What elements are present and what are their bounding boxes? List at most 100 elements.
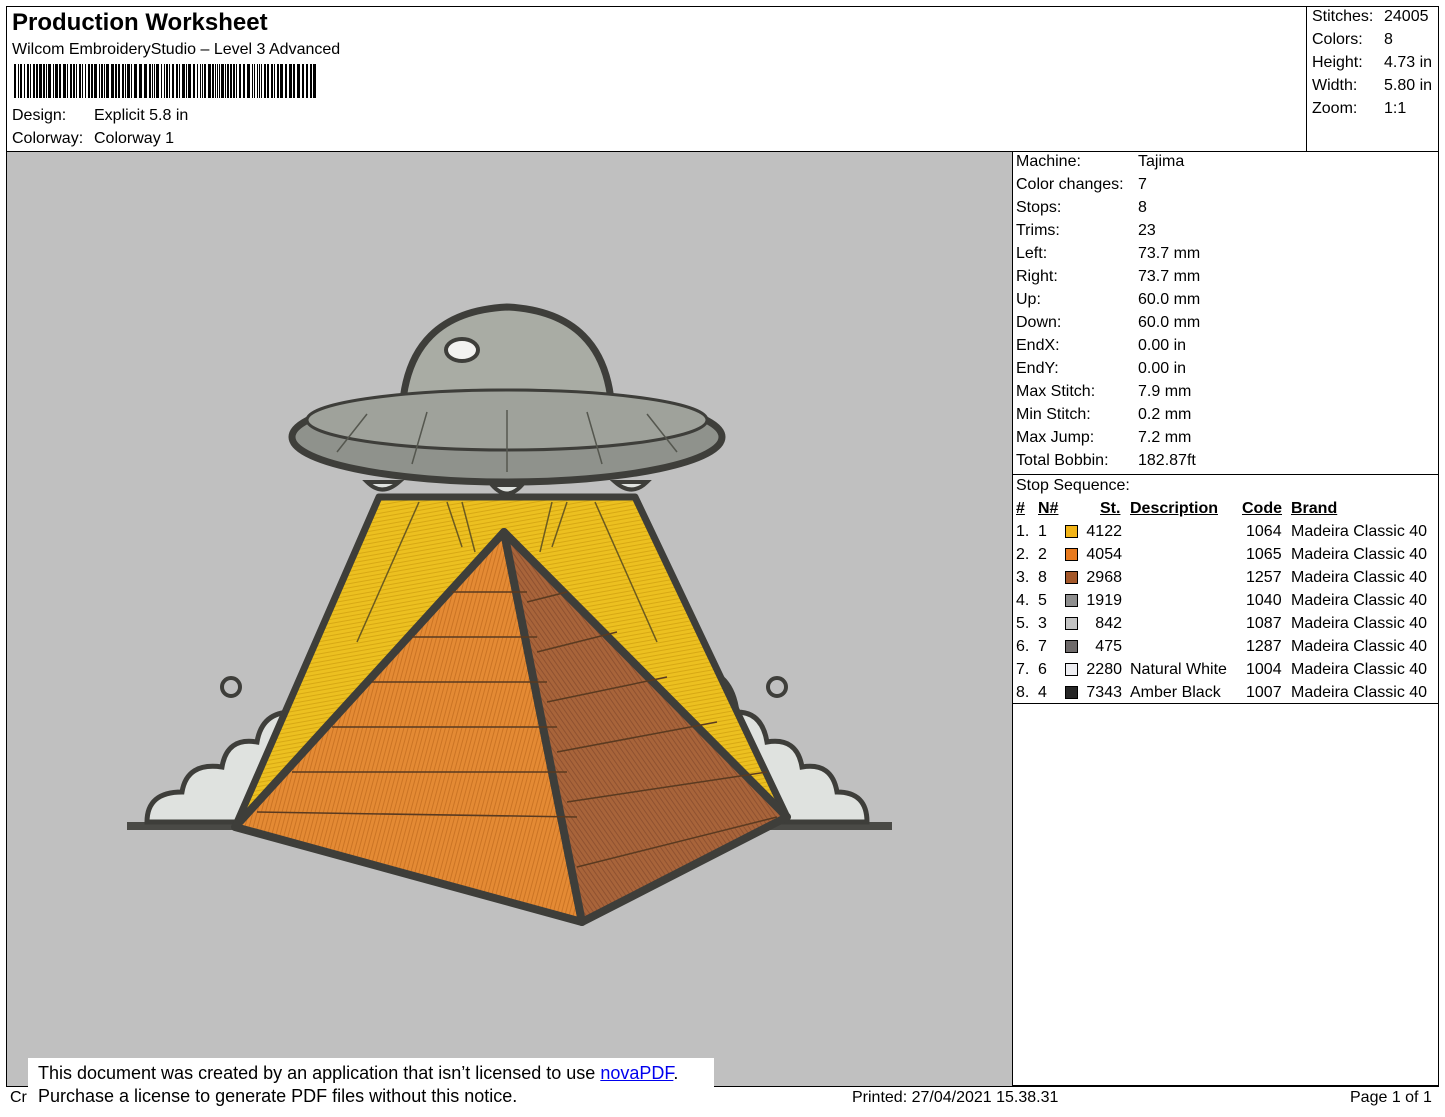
machine-value: 7: [1138, 176, 1147, 193]
summary-value: 1:1: [1384, 100, 1407, 117]
machine-label: EndY:: [1016, 360, 1059, 377]
software-name: Wilcom EmbroideryStudio – Level 3 Advanc…: [12, 41, 341, 58]
stitch-count: 2968: [1086, 569, 1122, 586]
thread-brand: Madeira Classic 40: [1291, 592, 1428, 609]
machine-value: 7.9 mm: [1138, 383, 1192, 400]
stitch-count: 475: [1095, 638, 1122, 655]
col-header-code: Code: [1242, 500, 1282, 517]
table-end-divider: [1012, 703, 1439, 704]
needle-number: 3: [1038, 615, 1047, 632]
row-number: 4.: [1016, 592, 1030, 609]
thread-code: 1007: [1246, 684, 1282, 701]
summary-label: Height:: [1312, 54, 1363, 71]
section-divider: [1012, 474, 1439, 475]
stitch-count: 2280: [1086, 661, 1122, 678]
novapdf-link[interactable]: novaPDF: [600, 1063, 673, 1083]
footer-left-text: Cr: [10, 1089, 27, 1106]
machine-value: 60.0 mm: [1138, 314, 1201, 331]
machine-label: Stops:: [1016, 199, 1062, 216]
needle-number: 7: [1038, 638, 1047, 655]
stitch-count: 4122: [1086, 523, 1122, 540]
machine-label: Color changes:: [1016, 176, 1124, 193]
color-swatch: [1065, 594, 1078, 607]
thread-code: 1287: [1246, 638, 1282, 655]
row-number: 8.: [1016, 684, 1030, 701]
row-number: 1.: [1016, 523, 1030, 540]
needle-number: 5: [1038, 592, 1047, 609]
design-preview: [6, 152, 1012, 1086]
row-number: 5.: [1016, 615, 1030, 632]
color-swatch: [1065, 640, 1078, 653]
row-number: 2.: [1016, 546, 1030, 563]
color-description: Amber Black: [1130, 684, 1221, 701]
thread-code: 1065: [1246, 546, 1282, 563]
col-header-description: Description: [1130, 500, 1219, 517]
machine-label: Max Jump:: [1016, 429, 1095, 446]
stop-sequence-title: Stop Sequence:: [1016, 477, 1130, 494]
summary-divider: [1306, 6, 1307, 152]
machine-label: Max Stitch:: [1016, 383, 1096, 400]
col-header-stitches: St.: [1100, 500, 1121, 517]
machine-label: Down:: [1016, 314, 1062, 331]
machine-value: 73.7 mm: [1138, 245, 1201, 262]
color-swatch: [1065, 525, 1078, 538]
summary-label: Zoom:: [1312, 100, 1358, 117]
barcode: [14, 64, 316, 98]
summary-value: 8: [1384, 31, 1393, 48]
needle-number: 2: [1038, 546, 1047, 563]
summary-label: Width:: [1312, 77, 1358, 94]
machine-value: 0.00 in: [1138, 337, 1187, 354]
col-header-brand: Brand: [1291, 500, 1338, 517]
thread-code: 1004: [1246, 661, 1282, 678]
thread-brand: Madeira Classic 40: [1291, 546, 1428, 563]
summary-value: 24005: [1384, 8, 1429, 25]
color-swatch: [1065, 571, 1078, 584]
thread-code: 1040: [1246, 592, 1282, 609]
machine-label: Machine:: [1016, 153, 1081, 170]
machine-value: 73.7 mm: [1138, 268, 1201, 285]
row-number: 7.: [1016, 661, 1030, 678]
page-title: Production Worksheet: [12, 9, 268, 36]
thread-brand: Madeira Classic 40: [1291, 523, 1428, 540]
thread-code: 1064: [1246, 523, 1282, 540]
machine-value: 60.0 mm: [1138, 291, 1201, 308]
stitch-count: 4054: [1086, 546, 1122, 563]
color-swatch: [1065, 548, 1078, 561]
row-number: 6.: [1016, 638, 1030, 655]
stitch-count: 1919: [1086, 592, 1122, 609]
colorway-value: Colorway 1: [94, 130, 175, 147]
needle-number: 6: [1038, 661, 1047, 678]
notice-text: This document was created by an applicat…: [38, 1063, 601, 1083]
color-swatch: [1065, 663, 1078, 676]
ufo-lights: [362, 480, 652, 496]
dot-left: [220, 676, 242, 698]
stitch-count: 7343: [1086, 684, 1122, 701]
machine-label: Trims:: [1016, 222, 1060, 239]
col-header-num: #: [1016, 500, 1025, 517]
summary-value: 4.73 in: [1384, 54, 1433, 71]
summary-label: Stitches:: [1312, 8, 1374, 25]
colorway-label: Colorway:: [12, 130, 84, 147]
machine-value: 0.2 mm: [1138, 406, 1192, 423]
needle-number: 4: [1038, 684, 1047, 701]
machine-label: Left:: [1016, 245, 1048, 262]
color-description: Natural White: [1130, 661, 1227, 678]
summary-value: 5.80 in: [1384, 77, 1433, 94]
embroidery-design-image: [127, 303, 892, 926]
thread-code: 1257: [1246, 569, 1282, 586]
machine-label: Total Bobbin:: [1016, 452, 1109, 469]
machine-value: 7.2 mm: [1138, 429, 1192, 446]
notice-line-2: Purchase a license to generate PDF files…: [38, 1086, 518, 1106]
thread-brand: Madeira Classic 40: [1291, 615, 1428, 632]
thread-brand: Madeira Classic 40: [1291, 569, 1428, 586]
col-header-needle: N#: [1038, 500, 1059, 517]
thread-brand: Madeira Classic 40: [1291, 661, 1428, 678]
design-value: Explicit 5.8 in: [94, 107, 189, 124]
design-label: Design:: [12, 107, 67, 124]
page-number: Page 1 of 1: [1350, 1089, 1432, 1106]
machine-value: Tajima: [1138, 153, 1185, 170]
machine-label: Right:: [1016, 268, 1058, 285]
dot-right: [766, 676, 788, 698]
thread-brand: Madeira Classic 40: [1291, 684, 1428, 701]
notice-line-1: This document was created by an applicat…: [38, 1062, 678, 1084]
